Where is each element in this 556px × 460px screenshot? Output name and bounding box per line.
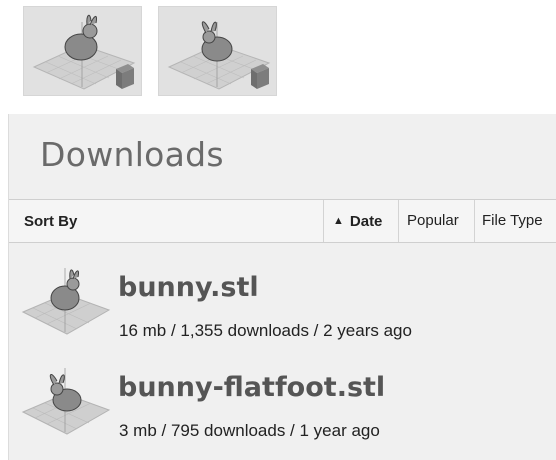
bunny-flatfoot-model-thumbnail-icon bbox=[21, 368, 111, 435]
sort-ascending-arrow-icon: ▲ bbox=[333, 215, 344, 227]
sort-option-label: Popular bbox=[407, 212, 459, 229]
sort-option-label: File Type bbox=[482, 212, 543, 229]
sort-option-popular[interactable]: Popular bbox=[398, 200, 474, 242]
download-list-item[interactable]: bunny-flatfoot.stl 3 mb / 795 downloads … bbox=[9, 354, 556, 454]
file-name-link[interactable]: bunny.stl bbox=[118, 272, 259, 303]
bunny-model-thumbnail-icon bbox=[32, 14, 136, 90]
bunny-model-thumbnail-icon bbox=[21, 268, 111, 335]
sort-bar: Sort By ▲ Date Popular File Type bbox=[9, 199, 556, 243]
sort-option-date[interactable]: ▲ Date bbox=[323, 200, 398, 242]
downloads-title: Downloads bbox=[40, 135, 224, 174]
downloads-panel: Downloads Sort By ▲ Date Popular File Typ… bbox=[8, 114, 556, 460]
file-meta: 3 mb / 795 downloads / 1 year ago bbox=[119, 421, 380, 440]
sort-option-file-type[interactable]: File Type bbox=[474, 200, 556, 242]
model-thumbnail-bunny[interactable] bbox=[23, 6, 142, 96]
model-thumbnail-bunny-flatfoot[interactable] bbox=[158, 6, 277, 96]
model-thumbnail-strip bbox=[23, 6, 277, 96]
file-meta: 16 mb / 1,355 downloads / 2 years ago bbox=[119, 321, 412, 340]
sort-by-label: Sort By bbox=[24, 213, 78, 230]
sort-option-label: Date bbox=[349, 213, 383, 230]
file-name-link[interactable]: bunny-flatfoot.stl bbox=[118, 372, 385, 403]
download-list-item[interactable]: bunny.stl 16 mb / 1,355 downloads / 2 ye… bbox=[9, 254, 556, 354]
bunny-flatfoot-model-thumbnail-icon bbox=[167, 21, 271, 90]
